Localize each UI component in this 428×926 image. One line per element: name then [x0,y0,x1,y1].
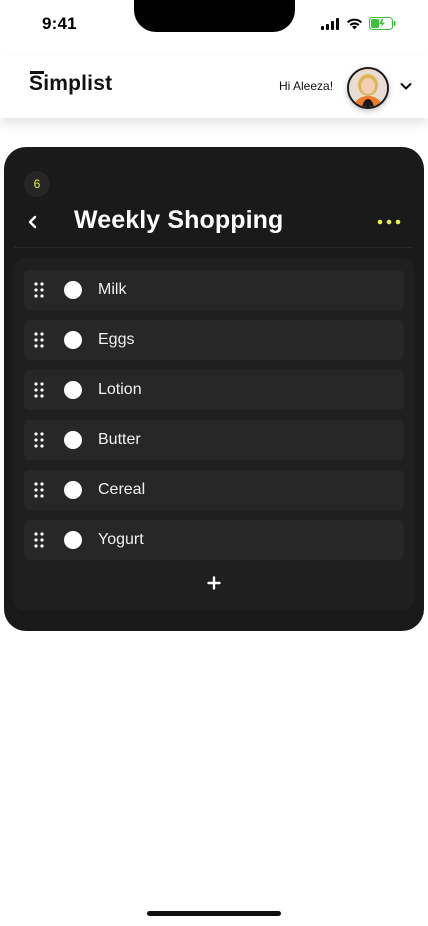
avatar[interactable] [347,67,389,109]
signal-icon [321,17,339,30]
item-label: Yogurt [98,531,144,548]
item-checkbox[interactable] [64,381,82,399]
list-item[interactable]: Eggs [24,320,404,360]
list-card: 6 Weekly Shopping Milk Eggs Lotion Butte… [4,147,424,631]
title-divider [14,247,412,248]
app-screen: 9:41 Simplist Hi Aleeza! 6 Weekly Shoppi… [0,0,428,926]
device-notch [134,0,295,32]
wifi-icon [347,18,362,29]
list-item[interactable]: Lotion [24,370,404,410]
drag-handle-icon[interactable] [34,481,44,499]
list-item[interactable]: Butter [24,420,404,460]
item-checkbox[interactable] [64,481,82,499]
item-count-badge: 6 [24,171,50,197]
item-checkbox[interactable] [64,331,82,349]
more-dots-icon[interactable] [374,213,404,231]
drag-handle-icon[interactable] [34,531,44,549]
item-label: Lotion [98,381,142,398]
home-indicator[interactable] [147,911,281,916]
drag-handle-icon[interactable] [34,431,44,449]
status-time: 9:41 [42,14,77,33]
status-icons [321,17,396,30]
drag-handle-icon[interactable] [34,281,44,299]
item-label: Cereal [98,481,146,498]
item-checkbox[interactable] [64,531,82,549]
avatar-image [349,69,387,107]
item-label: Butter [98,431,141,448]
list-item[interactable]: Yogurt [24,520,404,560]
plus-icon[interactable] [207,576,221,590]
chevron-left-icon[interactable] [22,211,44,233]
status-bar: 9:41 [0,0,428,50]
chevron-down-icon[interactable] [398,78,414,94]
drag-handle-icon[interactable] [34,381,44,399]
list-title[interactable]: Weekly Shopping [74,206,283,235]
greeting-text: Hi Aleeza! [279,79,334,93]
app-header: Simplist Hi Aleeza! [0,56,428,118]
item-checkbox[interactable] [64,281,82,299]
list-item[interactable]: Cereal [24,470,404,510]
app-logo[interactable]: Simplist [29,72,112,96]
list-item[interactable]: Milk [24,270,404,310]
drag-handle-icon[interactable] [34,331,44,349]
item-label: Milk [98,281,127,298]
item-label: Eggs [98,331,135,348]
items-panel: Milk Eggs Lotion Butter Cereal Yogurt [14,258,414,610]
battery-icon [369,17,396,30]
item-checkbox[interactable] [64,431,82,449]
